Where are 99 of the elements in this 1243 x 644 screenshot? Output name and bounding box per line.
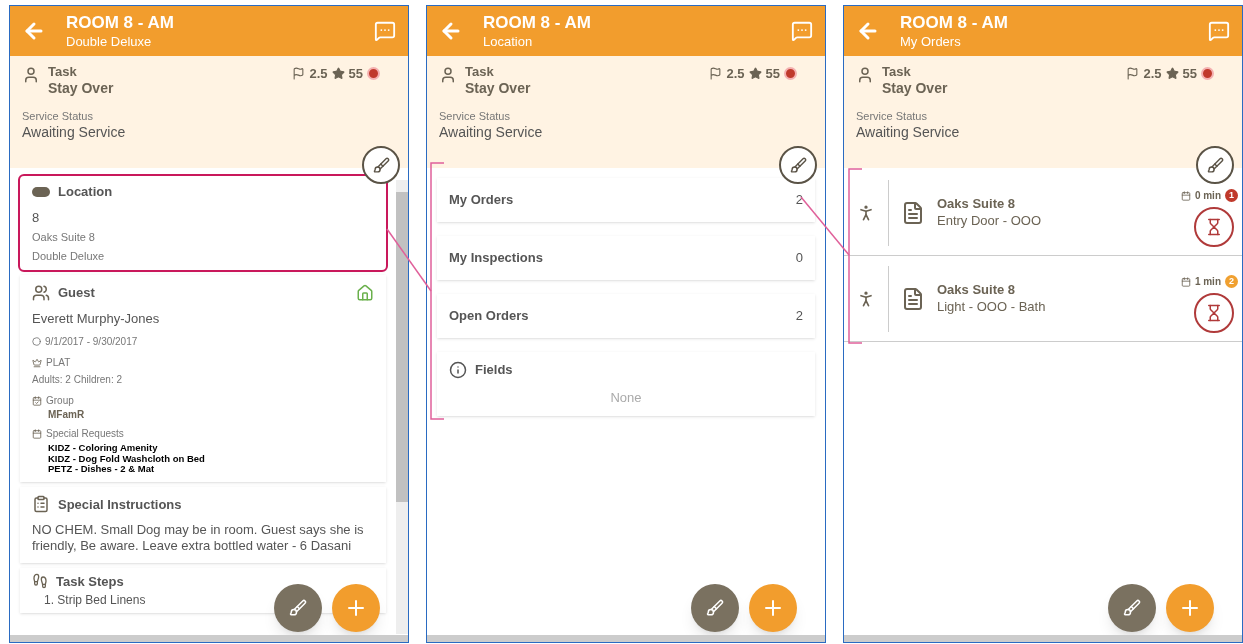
occupancy: Adults: 2 Children: 2 [32, 373, 124, 387]
rating-value: 2.5 [309, 65, 328, 83]
priority-badge: 1 [1225, 189, 1238, 202]
task-label: Task [465, 64, 495, 81]
room-type: Double Deluxe [32, 248, 106, 264]
group-value: MFamR [48, 410, 86, 420]
service-status-value: Awaiting Service [22, 123, 127, 141]
score-value: 55 [1182, 65, 1197, 83]
scrollbar[interactable] [396, 180, 408, 634]
stay-dates: 9/1/2017 - 9/30/2017 [45, 335, 138, 349]
star-icon [748, 67, 762, 81]
people-icon [32, 283, 50, 302]
guest-name: Everett Murphy-Jones [32, 309, 161, 328]
flag-icon [292, 67, 306, 81]
order-place: Oaks Suite 8 [937, 282, 1017, 299]
special-request: PETZ - Dishes - 2 & Mat [48, 464, 156, 474]
broom-alert-button[interactable] [362, 146, 400, 184]
instructions-text: NO CHEM. Small Dog may be in room. Guest says she is friendly, Be aware. Leave extra bottled water - 6 Dasani [32, 522, 365, 555]
chat-icon[interactable] [1208, 20, 1230, 42]
card-title: Location [58, 183, 113, 201]
location-number: 8 [32, 208, 41, 227]
info-icon [449, 360, 467, 379]
home-icon [356, 283, 374, 302]
flag-icon [1126, 67, 1140, 81]
person-icon [439, 66, 457, 84]
calendar-icon [32, 428, 42, 439]
screen-subtitle: Location [483, 33, 534, 50]
room-title: ROOM 8 - AM [66, 12, 175, 34]
chat-icon[interactable] [791, 20, 813, 42]
service-status-label: Service Status [22, 109, 94, 124]
broom-button[interactable] [274, 584, 322, 632]
menu-label: Open Orders [449, 307, 530, 326]
flag-icon [709, 67, 723, 81]
add-button[interactable] [749, 584, 797, 632]
order-item: Entry Door - OOO [937, 212, 1043, 229]
task-label: Task [48, 64, 78, 81]
service-status-label: Service Status [856, 109, 928, 124]
location-card[interactable]: Location 8 Oaks Suite 8 Double Deluxe [20, 176, 386, 270]
task-label: Task [882, 64, 912, 81]
location-name: Oaks Suite 8 [32, 230, 96, 245]
card-title: Fields [475, 361, 513, 379]
add-button[interactable] [332, 584, 380, 632]
rating-value: 2.5 [726, 65, 745, 83]
document-icon [901, 200, 925, 225]
score-value: 55 [765, 65, 780, 83]
menu-item[interactable]: Open Orders 2 [437, 294, 815, 338]
group-label: Group [46, 394, 74, 408]
broom-button[interactable] [691, 584, 739, 632]
task-step: 1. Strip Bed Linens [44, 591, 146, 609]
order-item: Light - OOO - Bath [937, 298, 1047, 315]
requests-label: Special Requests [46, 427, 124, 441]
card-title: Guest [58, 284, 96, 302]
task-value: Stay Over [48, 80, 115, 98]
task-value: Stay Over [882, 80, 949, 98]
card-title: Task Steps [56, 572, 124, 591]
footprints-icon [32, 573, 48, 590]
score-value: 55 [348, 65, 363, 83]
priority-badge: 2 [1225, 275, 1238, 288]
elapsed-time: 0 min [1194, 189, 1221, 203]
special-request: KIDZ - Coloring Amenity [48, 443, 159, 453]
menu-label: My Orders [449, 191, 515, 210]
service-status-label: Service Status [439, 109, 511, 124]
star-icon [331, 67, 345, 81]
rating-value: 2.5 [1143, 65, 1162, 83]
calendar-icon [1180, 190, 1191, 201]
circle-icon [32, 337, 41, 346]
special-request: KIDZ - Dog Fold Washcloth on Bed [48, 453, 206, 463]
screen-subtitle: My Orders [900, 33, 962, 50]
star-icon [1165, 67, 1179, 81]
hourglass-icon [1205, 218, 1223, 236]
document-icon [901, 286, 925, 311]
card-title: Special Instructions [58, 495, 182, 514]
broom-alert-button[interactable] [1196, 146, 1234, 184]
tier-label: PLAT [46, 356, 71, 370]
elapsed-time: 1 min [1194, 275, 1221, 289]
menu-item[interactable]: My Inspections 0 [437, 236, 815, 280]
broom-button[interactable] [1108, 584, 1156, 632]
broom-alert-button[interactable] [779, 146, 817, 184]
order-place: Oaks Suite 8 [937, 196, 1017, 213]
calendar-icon [1180, 276, 1191, 287]
crown-icon [32, 357, 42, 368]
person-icon [22, 66, 40, 84]
menu-count: 0 [795, 249, 803, 268]
menu-count: 2 [795, 307, 803, 326]
screen-subtitle: Double Deluxe [66, 33, 153, 50]
task-value: Stay Over [465, 80, 532, 98]
add-button[interactable] [1166, 584, 1214, 632]
chat-icon[interactable] [374, 20, 396, 42]
notepad-icon [32, 495, 50, 514]
hourglass-icon [1205, 304, 1223, 322]
leader-line [386, 228, 432, 292]
service-status-value: Awaiting Service [439, 123, 544, 141]
person-icon [856, 66, 874, 84]
room-title: ROOM 8 - AM [900, 12, 1009, 34]
calendar-icon [32, 395, 42, 406]
fields-value: None [610, 388, 642, 407]
menu-label: My Inspections [449, 249, 544, 268]
room-title: ROOM 8 - AM [483, 12, 592, 34]
service-status-value: Awaiting Service [856, 123, 961, 141]
